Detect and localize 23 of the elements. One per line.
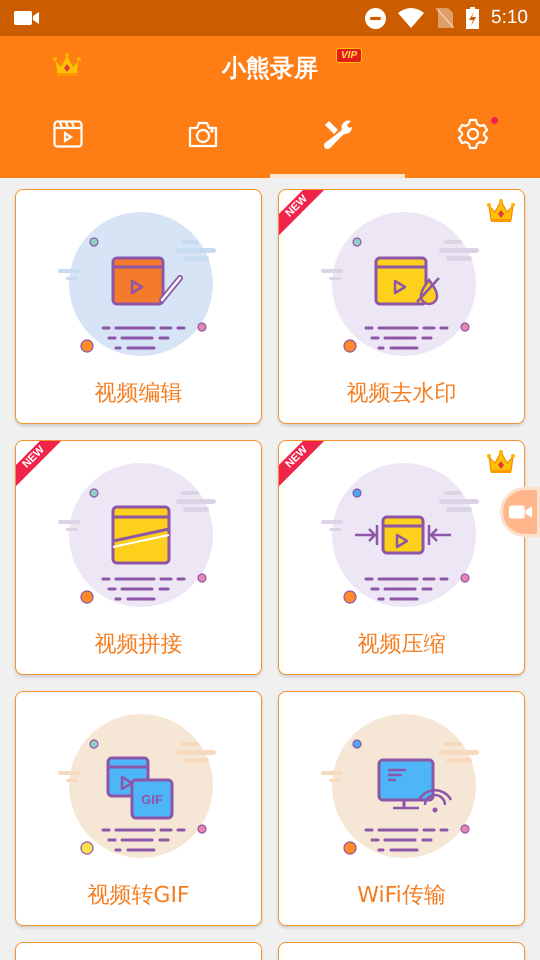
wifi-icon bbox=[398, 8, 424, 28]
tool-label: 视频拼接 bbox=[94, 631, 182, 659]
tool-card[interactable]: 视频编辑 bbox=[15, 189, 262, 424]
clock-time: 5:10 bbox=[491, 7, 528, 29]
tool-label: 视频去水印 bbox=[346, 380, 456, 408]
video-camera-icon bbox=[509, 503, 533, 521]
tools-icon bbox=[322, 118, 354, 150]
no-sim-icon bbox=[436, 7, 454, 29]
battery-charging-icon bbox=[466, 7, 480, 29]
video-camera-icon bbox=[14, 9, 40, 27]
vip-badge: VIP bbox=[336, 48, 362, 63]
gif-text: GIF bbox=[141, 792, 163, 807]
tool-label: WiFi传输 bbox=[357, 882, 446, 910]
tool-label: 视频转GIF bbox=[87, 882, 190, 910]
tool-label: 视频压缩 bbox=[358, 631, 446, 659]
do-not-disturb-icon bbox=[365, 8, 386, 28]
settings-icon bbox=[456, 118, 488, 150]
camera-icon bbox=[188, 120, 218, 148]
crown-icon bbox=[52, 52, 82, 78]
video-clip-icon bbox=[52, 120, 82, 148]
tool-label: 视频编辑 bbox=[94, 380, 182, 408]
tool-card[interactable]: GIF 视频转GIF bbox=[15, 691, 262, 926]
tool-card[interactable]: WiFi传输 bbox=[278, 691, 525, 926]
